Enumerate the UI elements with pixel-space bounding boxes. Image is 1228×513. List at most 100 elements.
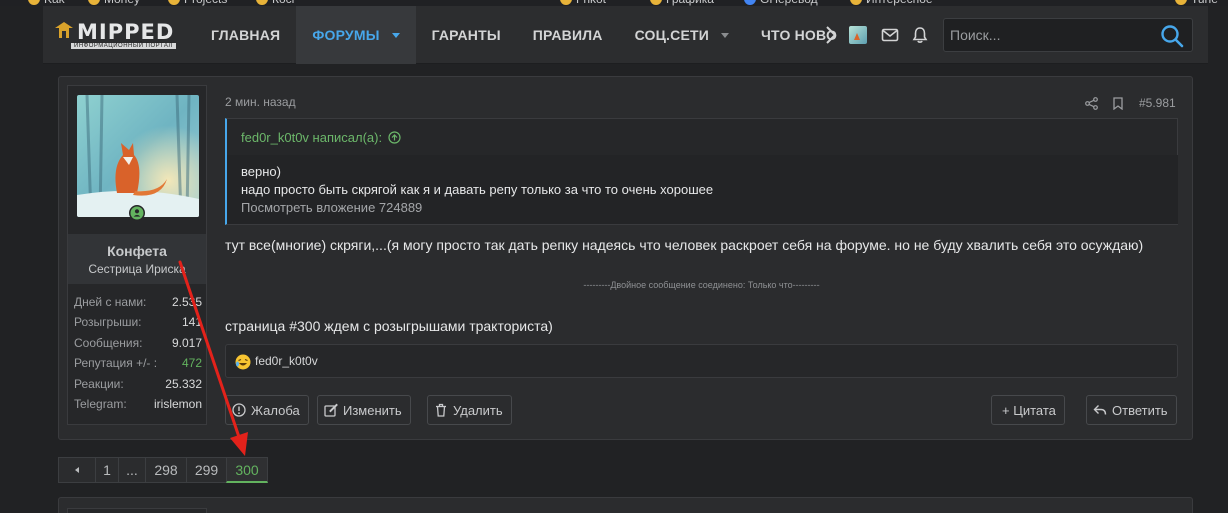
chevron-right-icon[interactable] (823, 24, 839, 46)
nav-item-guarantors[interactable]: ГАРАНТЫ (416, 6, 517, 64)
bell-icon[interactable] (911, 26, 929, 44)
folder-icon (650, 0, 662, 5)
stat-label: Дней с нами: (74, 295, 147, 309)
stat-value: 25.332 (165, 376, 202, 391)
reactions-bar[interactable]: fed0r_k0t0v (225, 344, 1178, 378)
page-link[interactable]: 1 (95, 457, 119, 483)
site-header: MIPPED ИНФОРМАЦИОННЫЙ ПОРТАЛ ГЛАВНАЯ ФОР… (43, 6, 1208, 64)
folder-icon (88, 0, 100, 5)
post-text: тут все(многие) скряги,...(я могу просто… (225, 237, 1144, 253)
folder-icon (256, 0, 268, 5)
nav-label: ГАРАНТЫ (431, 27, 501, 43)
next-user-info-panel (67, 508, 207, 513)
search-icon[interactable] (1160, 24, 1184, 48)
stat-value: irislemon (153, 396, 202, 411)
page-ellipsis[interactable]: ... (118, 457, 146, 483)
delete-button[interactable]: Удалить (427, 395, 512, 425)
nav-item-home[interactable]: ГЛАВНАЯ (195, 6, 296, 64)
attachment-link[interactable]: Посмотреть вложение 724889 (241, 200, 422, 215)
stat-days: Дней с нами: 2.535 (74, 292, 202, 312)
folder-icon (1175, 0, 1187, 5)
stat-label: Telegram: (74, 396, 127, 411)
stat-value: 472 (181, 356, 202, 371)
quote-line: надо просто быть скрягой как я и давать … (241, 182, 714, 197)
stat-value: 2.535 (171, 295, 202, 309)
stat-label: Розыгрыши: (74, 315, 142, 330)
chevron-down-icon[interactable] (721, 32, 729, 38)
nav-item-rules[interactable]: ПРАВИЛА (517, 6, 619, 64)
stat-label: Сообщения: (74, 335, 143, 350)
quote-author[interactable]: fed0r_k0t0v написал(а): (241, 130, 382, 145)
trash-icon (436, 403, 446, 417)
nav-item-social[interactable]: СОЦ.СЕТИ (619, 6, 745, 64)
online-status-indicator (129, 205, 145, 221)
post-timestamp[interactable]: 2 мин. назад (225, 95, 296, 109)
chevron-left-icon (75, 467, 79, 473)
user-avatar[interactable] (77, 95, 199, 217)
delete-label: Удалить (453, 402, 503, 418)
stat-messages: Сообщения: 9.017 (74, 333, 202, 353)
reaction-user[interactable]: fed0r_k0t0v (255, 354, 318, 368)
logo-icon (55, 22, 73, 38)
translate-icon (744, 0, 756, 5)
bookmark-icon[interactable] (1112, 97, 1124, 110)
folder-icon (28, 0, 40, 5)
post-text-merged: страница #300 ждем с розыгрышами трактор… (225, 318, 553, 334)
nav-label: ПРАВИЛА (532, 27, 603, 43)
folder-icon (168, 0, 180, 5)
folder-icon (850, 0, 862, 5)
laughing-emoji-icon (235, 354, 251, 370)
folder-icon (560, 0, 572, 5)
user-name-block: Конфета Сестрица Ириска (68, 234, 206, 284)
search-box[interactable] (943, 18, 1193, 52)
quote-block: fed0r_k0t0v написал(а): верно) надо прос… (225, 118, 1178, 225)
logo-subtitle: ИНФОРМАЦИОННЫЙ ПОРТАЛ (71, 43, 176, 49)
page-link-current[interactable]: 300 (226, 457, 268, 483)
reply-button[interactable]: Ответить (1086, 395, 1177, 425)
message-body: 2 мин. назад #5.981 fed0r_k0t0v написал(… (225, 77, 1180, 439)
quote-content: верно) надо просто быть скрягой как я и … (227, 155, 1178, 224)
site-logo[interactable]: MIPPED ИНФОРМАЦИОННЫЙ ПОРТАЛ (55, 20, 180, 50)
search-input[interactable] (950, 25, 1150, 45)
page-link[interactable]: 299 (186, 457, 227, 483)
next-forum-post (58, 497, 1193, 513)
page-link[interactable]: 298 (145, 457, 187, 483)
nav-label: СОЦ.СЕТИ (634, 27, 709, 43)
report-button[interactable]: Жалоба (225, 395, 309, 425)
stat-label: Репутация +/- : (74, 356, 158, 371)
alert-circle-icon (232, 403, 246, 417)
online-user-icon (130, 206, 144, 220)
stat-reactions: Реакции: 25.332 (74, 374, 202, 394)
stat-giveaways: Розыгрыши: 141 (74, 312, 202, 332)
pagination: 1 ... 298 299 300 (58, 457, 268, 483)
stat-telegram: Telegram: irislemon (74, 394, 202, 414)
quote-header[interactable]: fed0r_k0t0v написал(а): (241, 130, 401, 145)
chevron-down-icon[interactable] (391, 32, 400, 38)
main-nav: ГЛАВНАЯ ФОРУМЫ ГАРАНТЫ ПРАВИЛА СОЦ.СЕТИ … (195, 6, 853, 64)
pagination-prev-button[interactable] (58, 457, 96, 483)
quote-button[interactable]: + Цитата (991, 395, 1065, 425)
arrow-up-circle-icon[interactable] (388, 131, 401, 144)
user-stats: Дней с нами: 2.535 Розыгрыши: 141 Сообщени… (74, 292, 202, 414)
logo-name: MIPPED (77, 20, 175, 44)
stat-reputation: Репутация +/- : 472 (74, 353, 202, 373)
nav-label: ФОРУМЫ (312, 27, 380, 43)
edit-button[interactable]: Изменить (317, 395, 411, 425)
stat-label: Реакции: (74, 376, 124, 391)
report-label: Жалоба (251, 402, 300, 418)
user-info-panel: Конфета Сестрица Ириска Дней с нами: 2.53… (67, 85, 207, 425)
reply-icon (1093, 405, 1107, 415)
reply-label: Ответить (1112, 402, 1168, 418)
user-avatar-icon[interactable] (849, 26, 867, 44)
forum-post: Конфета Сестрица Ириска Дней с нами: 2.53… (58, 76, 1193, 440)
quote-label: + Цитата (1002, 402, 1056, 418)
mail-icon[interactable] (881, 26, 899, 44)
stat-value: 141 (181, 315, 202, 330)
quote-line: верно) (241, 164, 281, 179)
edit-label: Изменить (343, 402, 402, 418)
post-number[interactable]: #5.981 (1139, 96, 1176, 110)
merged-message-note: ---------Двойное сообщение соединено: То… (583, 280, 820, 290)
share-icon[interactable] (1085, 97, 1098, 110)
username[interactable]: Конфета (68, 243, 206, 259)
nav-item-forums[interactable]: ФОРУМЫ (296, 6, 416, 64)
